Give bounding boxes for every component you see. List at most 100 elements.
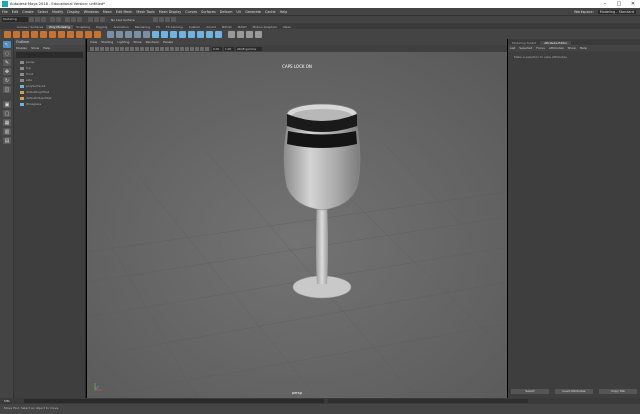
- bridge-icon[interactable]: [161, 30, 168, 38]
- exposure-field[interactable]: 0.00: [212, 46, 222, 51]
- safe-action-icon[interactable]: [135, 46, 139, 51]
- colorspace-select[interactable]: sRGB gamma: [236, 46, 262, 51]
- single-perspective-layout-icon[interactable]: ▢: [3, 110, 11, 117]
- menu-deform[interactable]: Deform: [220, 10, 233, 14]
- ae-menu-list[interactable]: List: [510, 46, 515, 50]
- render-icon[interactable]: [152, 17, 158, 22]
- select-button[interactable]: Select: [511, 389, 549, 394]
- persp-outliner-layout-icon[interactable]: ▥: [3, 128, 11, 135]
- outliner-menu-help[interactable]: Help: [43, 46, 50, 50]
- rotate-tool-icon[interactable]: ↻: [3, 77, 11, 84]
- maximize-icon[interactable]: □: [612, 0, 626, 8]
- ae-menu-focus[interactable]: Focus: [536, 46, 545, 50]
- menu-surfaces[interactable]: Surfaces: [201, 10, 216, 14]
- scene-canvas[interactable]: CAPS LOCK ON persp: [86, 52, 508, 399]
- platonic-solid-icon[interactable]: [67, 30, 74, 38]
- tab-attribute-editor[interactable]: Attribute Editor: [540, 41, 572, 45]
- outliner-menu-show[interactable]: Show: [31, 46, 39, 50]
- text-icon[interactable]: [85, 30, 92, 38]
- menu-uv[interactable]: UV: [236, 10, 241, 14]
- poly-disc-icon[interactable]: [58, 30, 65, 38]
- snap-curve-icon[interactable]: [94, 17, 99, 22]
- combine-icon[interactable]: [107, 30, 114, 38]
- motion-blur-icon[interactable]: [180, 46, 184, 51]
- lasso-tool-icon[interactable]: ◌: [3, 50, 11, 57]
- poly-sphere-icon[interactable]: [4, 30, 11, 38]
- command-language-toggle[interactable]: MEL: [4, 399, 24, 403]
- wireframe-on-shaded-icon[interactable]: [155, 46, 159, 51]
- ae-menu-help[interactable]: Help: [580, 46, 587, 50]
- snap-grid-icon[interactable]: [88, 17, 93, 22]
- separate-icon[interactable]: [116, 30, 123, 38]
- textured-icon[interactable]: [160, 46, 164, 51]
- poly-plane-icon[interactable]: [49, 30, 56, 38]
- safe-title-icon[interactable]: [140, 46, 144, 51]
- lights-icon[interactable]: [165, 46, 169, 51]
- gate-mask-icon[interactable]: [125, 46, 129, 51]
- viewport-menu-renderer[interactable]: Renderer: [146, 40, 160, 44]
- undo-icon[interactable]: [50, 17, 55, 22]
- live-surface-label[interactable]: No Live Surface: [111, 18, 135, 22]
- automatic-map-icon[interactable]: [237, 30, 244, 38]
- load-attributes-button[interactable]: Load Attributes: [555, 389, 593, 394]
- extrude-icon[interactable]: [152, 30, 159, 38]
- super-shape-icon[interactable]: [76, 30, 83, 38]
- command-input[interactable]: [24, 399, 324, 403]
- anti-aliasing-icon[interactable]: [185, 46, 189, 51]
- menu-mesh-display[interactable]: Mesh Display: [159, 10, 182, 14]
- menu-file[interactable]: File: [2, 10, 8, 14]
- menu-create[interactable]: Create: [22, 10, 33, 14]
- wireframe-icon[interactable]: [145, 46, 149, 51]
- xray-joints-icon[interactable]: [200, 46, 204, 51]
- ae-menu-selected[interactable]: Selected: [519, 46, 532, 50]
- snap-point-icon[interactable]: [100, 17, 105, 22]
- menu-modify[interactable]: Modify: [52, 10, 63, 14]
- viewport-menu-view[interactable]: View: [90, 40, 97, 44]
- menu-edit-mesh[interactable]: Edit Mesh: [116, 10, 133, 14]
- select-hierarchy-icon[interactable]: [65, 17, 70, 22]
- four-view-layout-icon[interactable]: ▦: [3, 119, 11, 126]
- ae-menu-show[interactable]: Show: [568, 46, 576, 50]
- move-tool-icon[interactable]: ✥: [3, 68, 11, 75]
- field-chart-icon[interactable]: [130, 46, 134, 51]
- xray-icon[interactable]: [195, 46, 199, 51]
- smooth-shade-icon[interactable]: [150, 46, 154, 51]
- resolution-gate-icon[interactable]: [120, 46, 124, 51]
- menu-mesh-tools[interactable]: Mesh Tools: [136, 10, 154, 14]
- viewport-menu-show[interactable]: Show: [133, 40, 141, 44]
- shadows-icon[interactable]: [170, 46, 174, 51]
- image-plane-icon[interactable]: [105, 46, 109, 51]
- poly-torus-icon[interactable]: [40, 30, 47, 38]
- close-icon[interactable]: ✕: [626, 0, 640, 8]
- svg-icon[interactable]: [94, 30, 101, 38]
- fill-hole-icon[interactable]: [179, 30, 186, 38]
- menu-mesh[interactable]: Mesh: [103, 10, 112, 14]
- minimize-icon[interactable]: –: [598, 0, 612, 8]
- viewport-menu-shading[interactable]: Shading: [101, 40, 113, 44]
- ipr-render-icon[interactable]: [158, 17, 164, 22]
- camera-select-icon[interactable]: [90, 46, 94, 51]
- outliner-menu-display[interactable]: Display: [16, 46, 27, 50]
- paint-select-icon[interactable]: ✎: [3, 59, 11, 66]
- select-object-icon[interactable]: [71, 17, 76, 22]
- ae-menu-attributes[interactable]: Attributes: [549, 46, 564, 50]
- menu-display[interactable]: Display: [67, 10, 80, 14]
- viewport-menu-panels[interactable]: Panels: [163, 40, 173, 44]
- menu-generate[interactable]: Generate: [245, 10, 261, 14]
- redo-icon[interactable]: [56, 17, 61, 22]
- menu-cache[interactable]: Cache: [265, 10, 276, 14]
- select-component-icon[interactable]: [77, 17, 82, 22]
- menu-select[interactable]: Select: [38, 10, 48, 14]
- bookmark-icon[interactable]: [100, 46, 104, 51]
- viewport-panel[interactable]: View Shading Lighting Show Renderer Pane…: [86, 39, 508, 399]
- menuset-select[interactable]: Modeling: [2, 17, 28, 22]
- poly-cube-icon[interactable]: [13, 30, 20, 38]
- poly-cone-icon[interactable]: [31, 30, 38, 38]
- outliner-item-wineglass[interactable]: Wineglass: [14, 101, 85, 107]
- mirror-icon[interactable]: [143, 30, 150, 38]
- gamma-field[interactable]: 1.00: [224, 46, 234, 51]
- menu-curves[interactable]: Curves: [185, 10, 197, 14]
- target-weld-icon[interactable]: [206, 30, 213, 38]
- select-tool-icon[interactable]: ↖: [3, 41, 11, 48]
- scene-view[interactable]: CAPS LOCK ON persp: [86, 52, 508, 399]
